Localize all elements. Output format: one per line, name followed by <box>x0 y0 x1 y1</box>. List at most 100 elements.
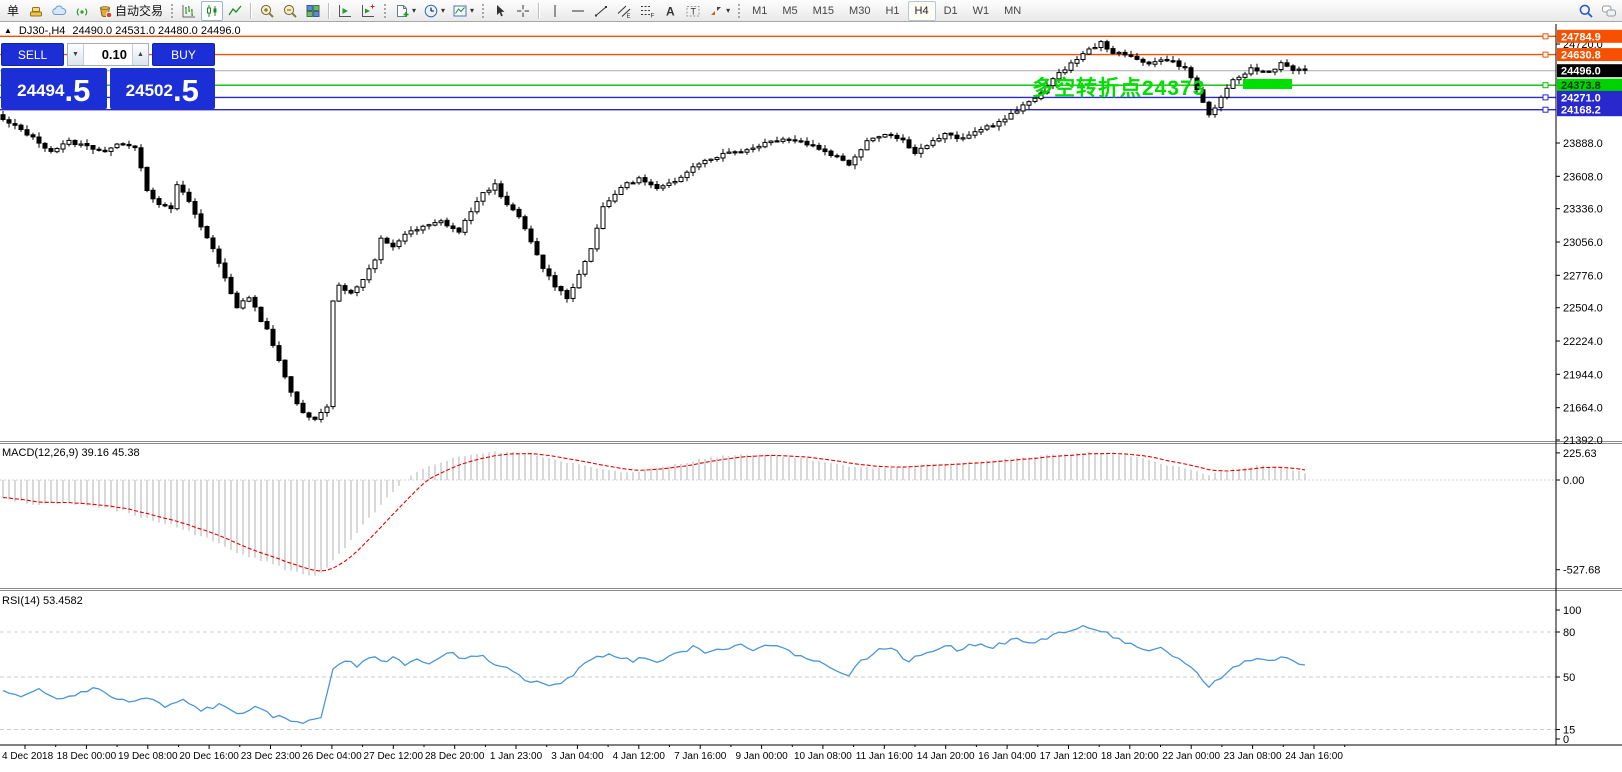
svg-text:23056.0: 23056.0 <box>1563 237 1603 249</box>
tile-windows-button[interactable] <box>302 1 324 21</box>
price-axis[interactable]: 24720.023888.023608.023336.023056.022776… <box>1555 24 1603 746</box>
indicator-add-button[interactable] <box>357 1 379 21</box>
sell-button[interactable]: SELL <box>1 43 64 66</box>
svg-text:4 Dec 2018: 4 Dec 2018 <box>2 751 54 762</box>
horizontal-line-button[interactable] <box>567 1 589 21</box>
tf-button-h1[interactable]: H1 <box>878 1 906 21</box>
search-button[interactable] <box>1575 1 1597 21</box>
toolbar-grip <box>737 2 742 19</box>
price-badges: 24784.9 24630.8 24496.0 24373.824271.024168… <box>1542 29 1622 117</box>
trendline-icon <box>595 5 608 16</box>
triangle-up-icon: ▲ <box>137 51 144 58</box>
indicator-window-button[interactable] <box>334 1 356 21</box>
sell-price-large: .5 <box>64 73 91 108</box>
chat-button[interactable] <box>1598 1 1620 21</box>
highlight-box[interactable] <box>1243 79 1292 89</box>
rsi-indicator-label: RSI(14) 53.4582 <box>2 595 83 607</box>
svg-text:80: 80 <box>1563 627 1575 639</box>
cursor-button[interactable] <box>489 1 511 21</box>
sell-price-button[interactable]: 24494 .5 <box>1 68 107 109</box>
buy-price-button[interactable]: 24502 .5 <box>109 68 215 109</box>
chart-canvas[interactable]: 24720.023888.023608.023336.023056.022776… <box>0 22 1622 772</box>
chart-area: 24720.0 23888.0 23608.0 23336.0 23056.0 22776… <box>0 22 1622 772</box>
price-line-objects[interactable] <box>0 35 1556 111</box>
equidistant-channel-button[interactable]: E <box>613 1 635 21</box>
line-chart-button[interactable] <box>224 1 246 21</box>
svg-text:23 Dec 23:00: 23 Dec 23:00 <box>241 751 301 762</box>
vertical-line-button[interactable] <box>544 1 566 21</box>
fibonacci-icon: F <box>641 5 655 19</box>
tf-button-m30[interactable]: M30 <box>842 1 877 21</box>
sell-price-small: 24494 <box>17 81 65 100</box>
new-chart-button[interactable]: ▾ <box>391 1 419 21</box>
volume-decrease-button[interactable]: ▼ <box>68 44 84 65</box>
tile-windows-icon <box>306 4 320 17</box>
chevron-down-icon: ▾ <box>726 5 731 15</box>
tf-button-mn[interactable]: MN <box>997 1 1028 21</box>
template-icon <box>453 5 467 16</box>
zoom-out-button[interactable] <box>279 1 301 21</box>
zoom-out-icon <box>283 4 297 18</box>
svg-text:F: F <box>651 12 655 19</box>
new-order-button[interactable]: 单 <box>2 1 24 21</box>
svg-text:100: 100 <box>1563 605 1581 617</box>
svg-text:23336.0: 23336.0 <box>1563 204 1603 216</box>
svg-text:24496.0: 24496.0 <box>1561 66 1601 78</box>
symbol-period-label: DJ30-,H4 <box>18 25 66 37</box>
zoom-in-button[interactable] <box>256 1 278 21</box>
svg-text:22776.0: 22776.0 <box>1563 270 1603 282</box>
vertical-line-icon <box>554 4 556 17</box>
symbol-marker-icon: ▲ <box>4 26 12 35</box>
ohlc-values-label: 24490.0 24531.0 24480.0 24496.0 <box>72 25 241 37</box>
svg-text:7 Jan 16:00: 7 Jan 16:00 <box>674 751 727 762</box>
chart-title: ▲ DJ30-,H4 24490.0 24531.0 24480.0 24496… <box>4 25 241 37</box>
annotation-text[interactable]: 多空转折点24373 <box>1032 72 1205 102</box>
line-chart-icon <box>228 5 242 15</box>
candlestick-chart-button[interactable] <box>201 0 224 21</box>
period-clock-button[interactable]: ▾ <box>420 1 448 21</box>
toolbar-grip <box>383 2 388 19</box>
toolbar-grip <box>170 2 175 19</box>
svg-text:9 Jan 00:00: 9 Jan 00:00 <box>735 751 788 762</box>
svg-text:24271.0: 24271.0 <box>1561 92 1601 104</box>
tf-button-m15[interactable]: M15 <box>806 1 841 21</box>
tf-button-h4[interactable]: H4 <box>907 0 936 21</box>
macd-pane <box>0 451 1556 576</box>
trendline-button[interactable] <box>590 1 612 21</box>
text-label-button[interactable]: T <box>682 1 704 21</box>
arrow-shapes-button[interactable]: ▾ <box>705 1 733 21</box>
volume-increase-button[interactable]: ▲ <box>132 44 148 65</box>
volume-input[interactable] <box>84 44 132 65</box>
svg-text:14 Jan 20:00: 14 Jan 20:00 <box>917 751 975 762</box>
text-button[interactable]: A <box>659 1 681 21</box>
tf-button-m5[interactable]: M5 <box>775 1 804 21</box>
tf-button-d1[interactable]: D1 <box>937 1 965 21</box>
indicator-add-icon <box>362 4 375 17</box>
crosshair-icon <box>517 4 530 17</box>
bar-chart-button[interactable] <box>178 1 200 21</box>
svg-text:225.63: 225.63 <box>1563 448 1597 460</box>
svg-text:23888.0: 23888.0 <box>1563 138 1603 150</box>
svg-text:22224.0: 22224.0 <box>1563 336 1603 348</box>
buy-button[interactable]: BUY <box>152 43 215 66</box>
bar-chart-icon <box>182 4 196 17</box>
svg-text:19 Dec 08:00: 19 Dec 08:00 <box>118 751 178 762</box>
tf-button-w1[interactable]: W1 <box>966 1 997 21</box>
svg-text:20 Dec 16:00: 20 Dec 16:00 <box>179 751 239 762</box>
svg-text:21664.0: 21664.0 <box>1563 403 1603 415</box>
cloud-button[interactable] <box>48 1 70 21</box>
cloud-icon <box>52 4 67 15</box>
fibonacci-button[interactable]: F <box>636 1 658 21</box>
indicator-window-icon <box>339 4 352 17</box>
autotrading-button[interactable]: 自动交易 <box>94 1 166 21</box>
template-button[interactable]: ▾ <box>449 1 477 21</box>
signal-icon <box>76 7 88 16</box>
svg-text:T: T <box>691 6 697 16</box>
time-axis[interactable]: 4 Dec 2018 18 Dec 00:00 19 Dec 08:00 20 Dec… <box>0 744 1622 762</box>
signal-button[interactable] <box>71 1 93 21</box>
text-label-icon: T <box>686 5 700 16</box>
gold-button[interactable] <box>25 1 47 21</box>
crosshair-button[interactable] <box>512 1 534 21</box>
svg-text:21944.0: 21944.0 <box>1563 369 1603 381</box>
tf-button-m1[interactable]: M1 <box>745 1 774 21</box>
